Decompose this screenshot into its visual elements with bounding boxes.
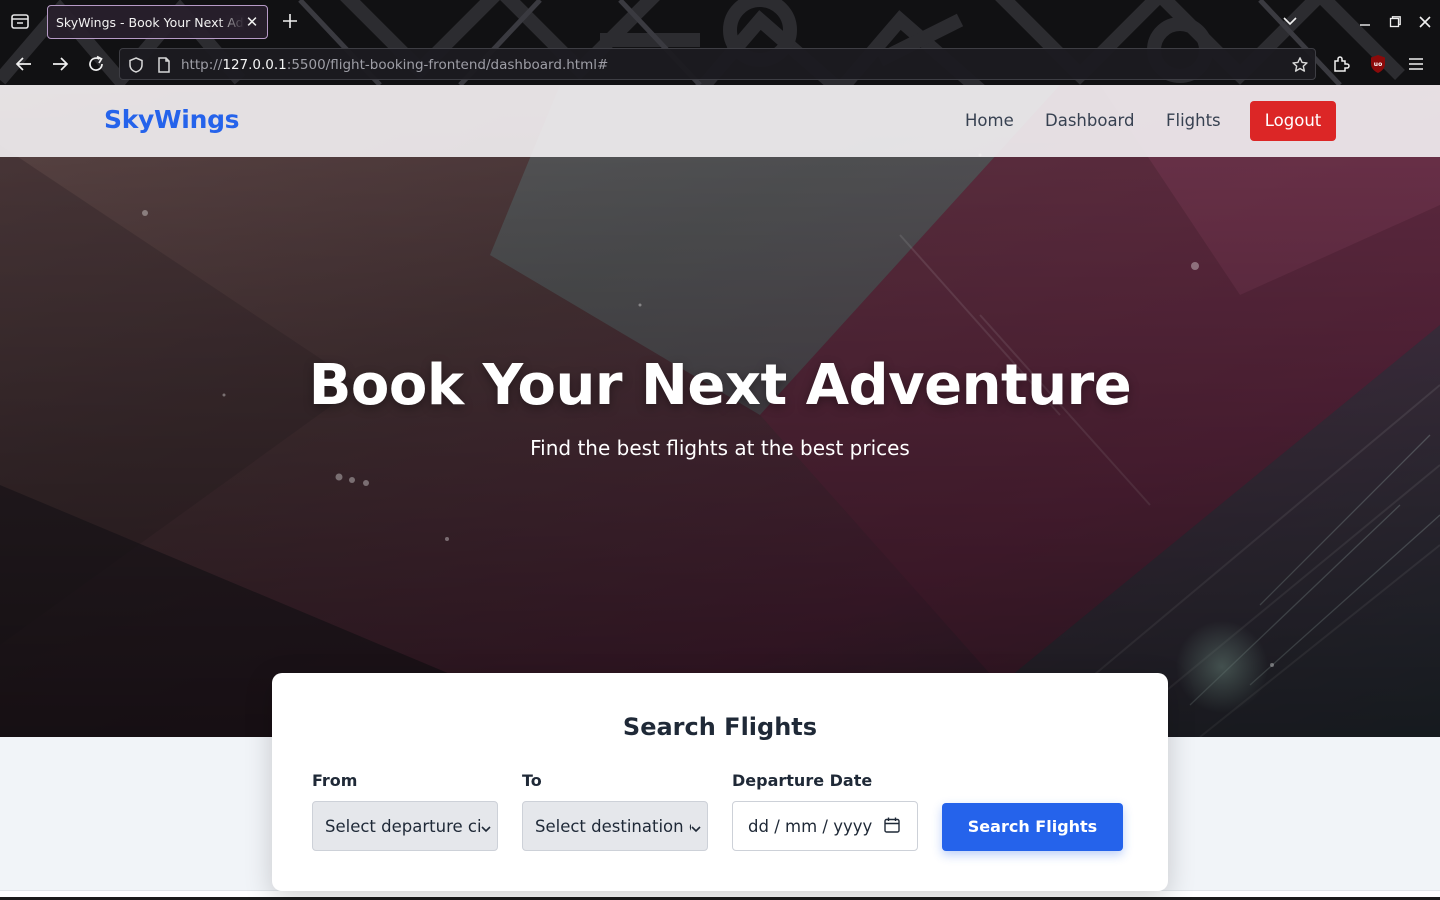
departure-date-input[interactable]: dd / mm / yyyy: [732, 801, 918, 851]
date-placeholder: dd / mm / yyyy: [748, 817, 873, 836]
from-select-value: Select departure city: [325, 817, 481, 836]
ublock-origin-icon[interactable]: uo: [1369, 54, 1387, 74]
url-text[interactable]: http://127.0.0.1:5500/flight-booking-fro…: [181, 57, 608, 73]
page-icon[interactable]: [155, 56, 173, 74]
close-window-icon[interactable]: [1418, 14, 1432, 28]
nav-link-dashboard[interactable]: Dashboard: [1045, 111, 1135, 130]
hero-subtitle: Find the best flights at the best prices: [530, 436, 910, 460]
search-card-title: Search Flights: [622, 713, 818, 741]
departure-date-label: Departure Date: [732, 771, 873, 790]
to-select[interactable]: Select destination city: [522, 801, 708, 851]
extensions-icon[interactable]: [1331, 54, 1351, 74]
back-arrow-icon[interactable]: [14, 54, 34, 74]
site-navbar: SkyWings Home Dashboard Flights Logout: [0, 85, 1440, 157]
new-tab-icon[interactable]: [280, 11, 300, 31]
bookmark-star-icon[interactable]: [1291, 56, 1309, 74]
from-select[interactable]: Select departure city: [312, 801, 498, 851]
tab-bar: SkyWings - Book Your Next Adventure ✕: [0, 0, 1440, 44]
nav-link-flights[interactable]: Flights: [1166, 111, 1221, 130]
chevron-down-icon[interactable]: [1282, 13, 1298, 29]
browser-tab-active[interactable]: SkyWings - Book Your Next Adventure ✕: [47, 5, 268, 39]
svg-text:uo: uo: [1374, 61, 1382, 68]
forward-arrow-icon[interactable]: [50, 54, 70, 74]
close-tab-icon[interactable]: ✕: [245, 15, 259, 30]
tab-title: SkyWings - Book Your Next Adventure: [56, 15, 244, 30]
address-bar[interactable]: http://127.0.0.1:5500/flight-booking-fro…: [119, 48, 1316, 80]
chevron-down-icon: [690, 820, 702, 833]
chevron-down-icon: [480, 820, 492, 833]
logout-button[interactable]: Logout: [1250, 101, 1336, 141]
navigation-toolbar: http://127.0.0.1:5500/flight-booking-fro…: [0, 44, 1440, 85]
hero-section: SkyWings Home Dashboard Flights Logout B…: [0, 85, 1440, 737]
reload-icon[interactable]: [86, 54, 106, 74]
hero-title: Book Your Next Adventure: [308, 353, 1132, 418]
calendar-icon[interactable]: [883, 816, 901, 834]
flight-search-card: Search Flights From Select departure cit…: [272, 673, 1168, 891]
search-flights-button[interactable]: Search Flights: [942, 803, 1123, 851]
minimize-icon[interactable]: [1358, 14, 1372, 28]
tab-list-icon[interactable]: [9, 12, 31, 32]
to-label: To: [522, 771, 542, 790]
browser-chrome: SkyWings - Book Your Next Adventure ✕: [0, 0, 1440, 85]
nav-link-home[interactable]: Home: [965, 111, 1014, 130]
shield-icon[interactable]: [127, 56, 145, 74]
maximize-icon[interactable]: [1388, 14, 1402, 28]
hamburger-menu-icon[interactable]: [1406, 54, 1426, 74]
to-select-value: Select destination city: [535, 817, 691, 836]
web-page: SkyWings Home Dashboard Flights Logout B…: [0, 85, 1440, 900]
from-label: From: [312, 771, 358, 790]
brand-logo[interactable]: SkyWings: [104, 105, 240, 134]
